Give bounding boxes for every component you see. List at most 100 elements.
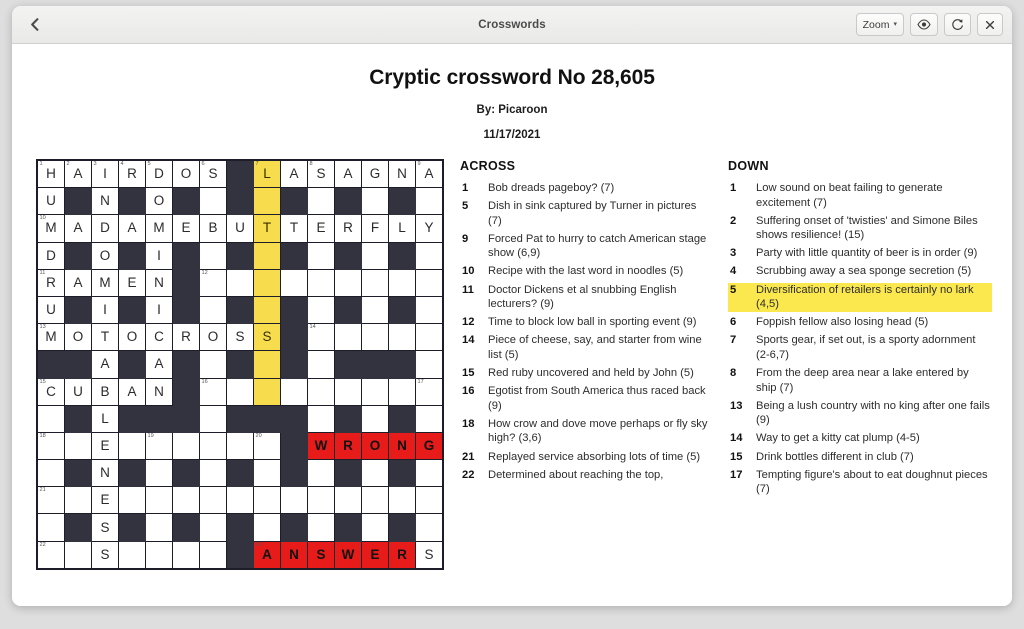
grid-cell[interactable]: M <box>145 214 173 243</box>
grid-cell[interactable]: E <box>91 431 119 461</box>
grid-cell[interactable] <box>388 323 416 352</box>
grid-cell[interactable]: 2A <box>64 159 92 189</box>
grid-cell[interactable] <box>253 187 281 216</box>
grid-cell[interactable]: E <box>118 268 146 297</box>
grid-cell[interactable] <box>280 377 308 406</box>
clue-item[interactable]: 17 Tempting figure's about to eat doughnu… <box>728 468 992 497</box>
grid-cell[interactable] <box>388 268 416 297</box>
grid-cell[interactable] <box>361 295 389 325</box>
grid-cell[interactable]: G <box>361 159 389 189</box>
grid-cell[interactable]: O <box>118 323 146 352</box>
grid-cell[interactable]: R <box>334 431 362 461</box>
grid-cell[interactable]: G <box>415 431 444 461</box>
grid-cell[interactable]: 11 R <box>36 268 65 297</box>
grid-cell[interactable]: 13 M <box>36 323 65 352</box>
crossword-grid[interactable]: 1 H 2 A 3 I 4 R 5 D O 6 S 7 L A 8 S A G N 9 A U N O 10 M A D A M E B U T T E R… <box>36 159 444 570</box>
grid-cell[interactable] <box>64 540 92 570</box>
grid-cell[interactable]: O <box>91 241 119 270</box>
grid-cell[interactable]: S <box>253 323 281 352</box>
clue-item[interactable]: 2 Suffering onset of 'twisties' and Simon… <box>728 214 992 243</box>
clue-item[interactable]: 21 Replayed service absorbing lots of tim… <box>460 450 712 465</box>
grid-cell[interactable] <box>36 513 65 542</box>
grid-cell[interactable] <box>361 241 389 270</box>
grid-cell[interactable]: O <box>145 187 173 216</box>
grid-cell[interactable]: S <box>91 540 119 570</box>
grid-cell[interactable]: T <box>280 214 308 243</box>
grid-cell[interactable] <box>253 241 281 270</box>
grid-cell[interactable]: N <box>280 540 308 570</box>
grid-cell[interactable]: E <box>307 214 335 243</box>
grid-cell[interactable] <box>307 268 335 297</box>
grid-cell[interactable] <box>415 513 444 542</box>
reveal-button[interactable] <box>910 13 938 36</box>
clue-item[interactable]: 4 Scrubbing away a sea sponge secretion (… <box>728 264 992 279</box>
grid-cell[interactable]: A <box>91 350 119 379</box>
grid-cell[interactable]: R <box>334 214 362 243</box>
grid-cell[interactable]: I <box>145 295 173 325</box>
grid-cell[interactable]: 8S <box>307 159 335 189</box>
grid-cell[interactable] <box>199 404 227 433</box>
grid-cell[interactable] <box>253 459 281 488</box>
grid-cell[interactable]: 22 <box>36 540 65 570</box>
grid-cell[interactable]: N <box>388 431 416 461</box>
grid-cell[interactable] <box>199 350 227 379</box>
grid-cell[interactable] <box>334 377 362 406</box>
grid-cell[interactable]: 3I <box>91 159 119 189</box>
clue-item[interactable]: 3 Party with little quantity of beer is i… <box>728 246 992 261</box>
grid-cell[interactable]: O <box>199 323 227 352</box>
grid-cell[interactable] <box>172 486 200 515</box>
grid-cell[interactable] <box>415 323 444 352</box>
grid-cell[interactable] <box>253 513 281 542</box>
grid-cell[interactable]: E <box>172 214 200 243</box>
grid-cell[interactable]: F <box>361 214 389 243</box>
grid-cell[interactable] <box>307 459 335 488</box>
clue-item[interactable]: 11 Doctor Dickens et al snubbing English … <box>460 283 712 312</box>
back-button[interactable] <box>21 13 47 37</box>
grid-cell[interactable] <box>361 268 389 297</box>
grid-cell[interactable]: D <box>91 214 119 243</box>
grid-cell[interactable]: S <box>226 323 254 352</box>
grid-cell[interactable]: N <box>91 187 119 216</box>
grid-cell[interactable]: 16 <box>199 377 227 406</box>
grid-cell[interactable]: 19 <box>145 431 173 461</box>
grid-cell[interactable] <box>199 241 227 270</box>
grid-cell[interactable]: I <box>91 295 119 325</box>
grid-cell[interactable] <box>145 540 173 570</box>
grid-cell[interactable]: A <box>118 214 146 243</box>
clue-item[interactable]: 13 Being a lush country with no king afte… <box>728 399 992 428</box>
grid-cell[interactable] <box>388 377 416 406</box>
grid-cell[interactable] <box>361 323 389 352</box>
grid-cell[interactable] <box>307 350 335 379</box>
grid-cell[interactable]: B <box>91 377 119 406</box>
grid-cell[interactable]: 9A <box>415 159 444 189</box>
grid-cell[interactable] <box>415 404 444 433</box>
grid-cell[interactable] <box>64 431 92 461</box>
grid-cell[interactable] <box>280 268 308 297</box>
grid-cell[interactable]: N <box>145 377 173 406</box>
grid-cell[interactable] <box>253 295 281 325</box>
grid-cell[interactable]: M <box>91 268 119 297</box>
grid-cell[interactable] <box>172 540 200 570</box>
clue-item[interactable]: 7 Sports gear, if set out, is a sporty ad… <box>728 333 992 362</box>
grid-cell[interactable] <box>415 486 444 515</box>
grid-cell[interactable] <box>334 486 362 515</box>
grid-cell[interactable] <box>145 513 173 542</box>
grid-cell[interactable] <box>145 459 173 488</box>
clue-item[interactable]: 18 How crow and dove move perhaps or fly … <box>460 417 712 446</box>
clue-item[interactable]: 16 Egotist from South America thus raced … <box>460 384 712 413</box>
grid-cell[interactable] <box>415 187 444 216</box>
grid-cell[interactable] <box>226 268 254 297</box>
grid-cell[interactable] <box>226 431 254 461</box>
clue-item[interactable]: 10 Recipe with the last word in noodles (… <box>460 264 712 279</box>
grid-cell[interactable] <box>199 459 227 488</box>
grid-cell[interactable]: D <box>36 241 65 270</box>
grid-cell[interactable]: A <box>280 159 308 189</box>
grid-cell[interactable] <box>199 486 227 515</box>
clue-item[interactable]: 15 Red ruby uncovered and held by John (5… <box>460 366 712 381</box>
grid-cell[interactable] <box>226 377 254 406</box>
clue-item[interactable]: 15 Drink bottles different in club (7) <box>728 450 992 465</box>
grid-cell[interactable]: T <box>91 323 119 352</box>
grid-cell[interactable]: L <box>388 214 416 243</box>
grid-cell[interactable] <box>361 513 389 542</box>
clue-item[interactable]: 5 Dish in sink captured by Turner in pict… <box>460 199 712 228</box>
